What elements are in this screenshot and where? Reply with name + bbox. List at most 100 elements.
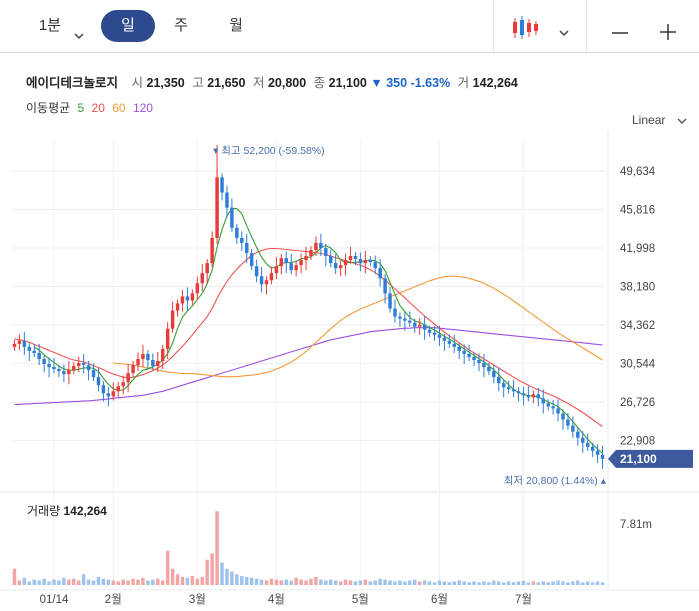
volume-bar	[531, 581, 536, 585]
current-price-label: 21,100	[620, 452, 657, 466]
tab-minute[interactable]: 1분	[30, 10, 70, 42]
volume-bar	[467, 582, 471, 585]
ma-20: 20	[91, 101, 105, 115]
candle-body	[511, 389, 516, 392]
volume-bar	[368, 581, 373, 585]
candle-body	[91, 370, 96, 378]
price-summary: 에이디테크놀로지 시 21,350 고 21,650 저 20,800 종 21…	[26, 72, 518, 91]
volume-bar	[511, 582, 516, 585]
candle-body	[447, 340, 452, 344]
candle-body	[541, 398, 545, 404]
volume-bar	[101, 578, 106, 585]
volume-bar	[72, 578, 76, 585]
volume-bar	[27, 581, 32, 585]
chart-type-chevron-icon[interactable]	[558, 17, 570, 49]
volume-bar	[403, 581, 407, 585]
candle-body	[457, 346, 461, 351]
volume-bar	[477, 582, 481, 585]
volume-bar	[358, 580, 363, 585]
volume-panel-label: 거래량 142,264	[27, 502, 107, 519]
candle-body	[76, 363, 81, 367]
volume-bar	[47, 581, 51, 585]
candle-body	[160, 348, 165, 362]
high-label: 고	[192, 76, 204, 90]
candle-body	[62, 371, 66, 375]
candle-body	[244, 242, 249, 254]
volume-bar	[590, 582, 595, 585]
candle-body	[215, 177, 219, 238]
volume-bar	[210, 553, 214, 585]
ma-60: 60	[112, 101, 126, 115]
moving-average-legend: 이동평균 5 20 60 120	[26, 99, 157, 116]
candle-body	[111, 391, 116, 397]
volume-bar	[136, 579, 140, 585]
volume-bar	[442, 581, 447, 585]
candle-body	[472, 356, 476, 360]
tab-week[interactable]: 주	[165, 10, 197, 42]
candle-body	[101, 385, 106, 394]
volume-value: 142,264	[472, 76, 518, 90]
ma-line-ma60	[113, 275, 603, 378]
candle-body	[398, 316, 402, 319]
ma-5: 5	[77, 101, 85, 115]
candle-body	[254, 266, 259, 277]
candle-body	[378, 268, 382, 279]
candle-body	[185, 296, 190, 301]
ma-line-ma5	[33, 208, 603, 454]
volume-bar	[289, 580, 293, 585]
candle-body	[180, 296, 185, 304]
volume-bar	[324, 580, 328, 585]
candle-body	[81, 363, 86, 366]
tab-day[interactable]: 일	[101, 10, 155, 42]
candle-body	[151, 360, 155, 367]
scale-chevron-icon[interactable]	[676, 117, 688, 127]
volume-bar	[338, 581, 343, 585]
volume-bar	[17, 580, 22, 585]
close-value: 21,100	[328, 76, 367, 90]
candle-body	[190, 293, 195, 301]
candle-body	[329, 256, 333, 264]
y-tick-label: 38,180	[620, 282, 655, 294]
volume-bar	[422, 580, 427, 585]
candle-body	[121, 382, 125, 387]
x-tick-label: 7월	[515, 593, 532, 606]
volume-bar	[566, 582, 570, 585]
volume-bar	[22, 577, 27, 585]
volume-bar	[151, 579, 155, 585]
volume-bar	[333, 580, 338, 585]
volume-bar	[398, 580, 402, 585]
candle-body	[427, 329, 432, 333]
candle-body	[437, 334, 442, 338]
candle-body	[274, 266, 279, 274]
y-tick-label: 45,816	[620, 204, 655, 216]
volume-bar	[180, 576, 185, 585]
candle-body	[32, 350, 36, 353]
volume-bar	[165, 550, 170, 585]
low-value: 20,800	[267, 76, 307, 90]
price-chart[interactable]: 49,634 45,816 41,998 38,180 34,362 30,544 26,7…	[0, 0, 699, 611]
candle-body	[136, 358, 140, 366]
candle-body	[600, 454, 605, 459]
down-arrow-icon: ▼	[370, 76, 383, 90]
candle-body	[413, 322, 417, 327]
volume-bar	[141, 577, 145, 585]
volume-bar	[427, 581, 432, 585]
scale-selector[interactable]: Linear	[632, 113, 665, 127]
y-tick-label: 34,362	[620, 320, 655, 332]
volume-bar	[294, 577, 298, 585]
zoom-out-icon[interactable]	[610, 17, 630, 49]
x-tick-label: 5월	[352, 593, 369, 606]
candle-body	[546, 403, 550, 407]
tab-month[interactable]: 월	[220, 10, 252, 42]
candlestick-chart-icon[interactable]	[510, 12, 540, 44]
zoom-in-icon[interactable]	[658, 16, 678, 48]
volume-axis-label: 7.81m	[620, 519, 652, 531]
candle-body	[581, 437, 585, 443]
volume-bar	[546, 582, 550, 585]
volume-bar	[131, 578, 135, 585]
volume-bar	[487, 582, 491, 585]
candle-body	[338, 265, 343, 269]
candle-body	[536, 394, 541, 399]
chevron-down-icon[interactable]	[73, 20, 85, 52]
volume-bar	[561, 581, 565, 585]
